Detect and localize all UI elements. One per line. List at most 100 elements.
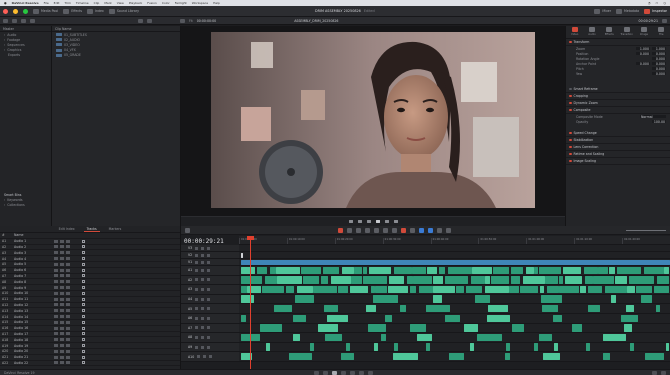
video-clip[interactable] [241, 259, 670, 265]
mute-icon[interactable] [207, 260, 211, 264]
audio-clip[interactable] [588, 304, 600, 313]
media-pool-button[interactable]: Media Pool [33, 8, 58, 14]
track-header[interactable]: V1 [181, 259, 239, 266]
track-header[interactable]: A2 [181, 275, 239, 286]
link-icon[interactable] [410, 227, 415, 233]
track-visible-checkbox[interactable] [82, 291, 85, 295]
tab-file[interactable]: File [656, 27, 666, 37]
page-edit-button[interactable] [331, 370, 337, 375]
tab-edit-index[interactable]: Edit Index [56, 227, 78, 231]
mute-icon[interactable] [54, 239, 58, 243]
track-visible-checkbox[interactable] [82, 280, 85, 284]
lock-icon[interactable] [66, 268, 70, 272]
bin-list-icon[interactable] [3, 18, 8, 23]
audio-clip[interactable] [366, 304, 376, 313]
sound-library-button[interactable]: Sound Library [108, 8, 139, 14]
audio-clip[interactable] [410, 285, 416, 294]
trim-tool-icon[interactable] [347, 227, 352, 233]
tab-tracks[interactable]: Tracks [83, 227, 100, 232]
timeline-ruler[interactable]: 01:00:00:0001:00:10:0001:00:20:0001:00:3… [239, 236, 670, 245]
mute-icon[interactable] [54, 355, 58, 359]
audio-clip[interactable] [464, 324, 478, 332]
audio-clip[interactable] [539, 333, 552, 342]
section-lens-correction[interactable]: Lens Correction [566, 144, 670, 151]
inspector-button[interactable]: Inspector [644, 8, 667, 14]
audio-clip[interactable] [586, 343, 590, 351]
audio-clip[interactable] [277, 276, 302, 284]
audio-clip[interactable] [350, 285, 368, 294]
zoom-y-field[interactable]: 1.000 [652, 47, 666, 51]
position-x-field[interactable]: 0.000 [636, 52, 650, 56]
audio-clip[interactable] [321, 276, 328, 284]
audio-clip[interactable] [615, 276, 627, 284]
audio-clip[interactable] [605, 285, 627, 294]
toggle-icon[interactable] [201, 260, 205, 264]
mute-icon[interactable] [54, 338, 58, 342]
insert-clip-icon[interactable] [374, 227, 379, 233]
section-cropping[interactable]: Cropping [566, 93, 670, 100]
audio-clip[interactable] [541, 295, 562, 303]
track-header[interactable]: A3 [181, 285, 239, 295]
audio-clip[interactable] [381, 333, 386, 342]
section-composite[interactable]: Composite [566, 107, 670, 114]
lock-icon[interactable] [195, 345, 199, 349]
audio-clip[interactable] [487, 314, 510, 323]
tab-effects[interactable]: Effects [604, 27, 614, 37]
solo-icon[interactable] [60, 262, 64, 266]
track-header[interactable]: A7 [181, 323, 239, 334]
mute-icon[interactable] [207, 278, 211, 282]
audio-clip[interactable] [388, 285, 408, 294]
lock-icon[interactable] [195, 287, 199, 291]
lock-icon[interactable] [197, 355, 201, 359]
audio-clip[interactable] [505, 352, 510, 361]
battery-icon[interactable]: ▭ [656, 1, 659, 5]
audio-clip[interactable] [445, 276, 468, 284]
tab-markers[interactable]: Markers [106, 227, 125, 231]
enabled-indicator[interactable] [569, 159, 572, 163]
section-stabilization[interactable]: Stabilization [566, 137, 670, 144]
track-header[interactable]: A1 [181, 266, 239, 276]
loop-icon[interactable] [393, 220, 398, 223]
audio-clip[interactable] [559, 276, 563, 284]
audio-clip[interactable] [439, 266, 445, 275]
audio-clip[interactable] [621, 314, 638, 323]
audio-clip[interactable] [241, 314, 246, 323]
dynamic-trim-icon[interactable] [356, 227, 361, 233]
audio-clip[interactable] [526, 266, 534, 275]
audio-clip[interactable] [493, 266, 509, 275]
page-cut-button[interactable] [322, 370, 328, 375]
audio-clip[interactable] [584, 266, 598, 275]
audio-clip[interactable] [318, 324, 338, 332]
page-media-button[interactable] [313, 370, 319, 375]
mute-icon[interactable] [207, 297, 211, 301]
zoom-x-field[interactable]: 1.000 [636, 47, 650, 51]
audio-clip[interactable] [603, 352, 610, 361]
mute-icon[interactable] [54, 309, 58, 313]
timeline-timecode[interactable]: 00:00:29:21 [184, 238, 224, 245]
audio-clip[interactable] [433, 285, 455, 294]
track-lane[interactable] [239, 285, 670, 295]
audio-clip[interactable] [627, 285, 635, 294]
track-header[interactable]: A4 [181, 294, 239, 305]
rotation-field[interactable]: 0.000 [652, 57, 666, 61]
lock-icon[interactable] [66, 280, 70, 284]
mute-icon[interactable] [54, 326, 58, 330]
track-visible-checkbox[interactable] [82, 268, 85, 272]
solo-icon[interactable] [60, 309, 64, 313]
audio-clip[interactable] [433, 276, 443, 284]
track-visible-checkbox[interactable] [82, 315, 85, 319]
toggle-icon[interactable] [201, 307, 205, 311]
lock-icon[interactable] [195, 316, 199, 320]
menu-clip[interactable]: Clip [94, 1, 100, 5]
audio-clip[interactable] [511, 266, 523, 275]
audio-clip[interactable] [433, 295, 442, 303]
track-lane[interactable] [239, 352, 670, 362]
audio-clip[interactable] [426, 304, 450, 313]
audio-clip[interactable] [472, 266, 492, 275]
audio-clip[interactable] [419, 285, 433, 294]
lock-icon[interactable] [66, 309, 70, 313]
menu-workspace[interactable]: Workspace [192, 1, 208, 5]
enabled-indicator[interactable] [569, 87, 572, 91]
audio-clip[interactable] [466, 285, 482, 294]
enabled-indicator[interactable] [569, 145, 572, 149]
